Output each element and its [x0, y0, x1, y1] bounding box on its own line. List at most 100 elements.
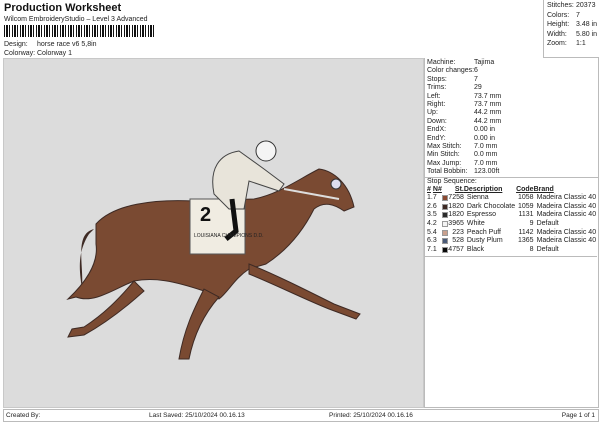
property-label: Max Jump: [427, 159, 462, 167]
property-label: Min Stitch: [427, 151, 460, 159]
property-row: Left: 73.7 mm [425, 93, 598, 101]
property-value: 6 [474, 67, 478, 75]
table-row: 3. 5 1820 Espresso 1131 Madeira Classic 40 [427, 211, 597, 220]
stat-label: Width: [547, 30, 567, 38]
needle-number: 7 [432, 194, 437, 202]
property-row: Max Jump: 7.0 mm [425, 160, 598, 168]
table-row: 5. 4 223 Peach Puff 1142 Madeira Classic 40 [427, 228, 597, 237]
barcode [4, 25, 154, 37]
stat-label: Height: [547, 21, 570, 28]
property-label: EndX: [427, 126, 447, 134]
properties-panel: Machine: Tajima Color changes: 6 Stops: 7 Trim… [424, 58, 599, 408]
property-label: EndY: [427, 134, 446, 142]
thread-brand: Madeira Classic 40 [536, 228, 597, 236]
property-row: Trims: 29 [425, 84, 598, 92]
page-title: Production Worksheet [4, 2, 122, 14]
thread-code: 8 [529, 245, 534, 253]
stop-sequence-table: # N# St. Description Code Brand 1. 7 7258 Sienna… [427, 186, 597, 253]
property-label: Down: [427, 117, 447, 125]
thread-description: Dusty Plum [466, 237, 503, 245]
horse-illustration [66, 140, 361, 360]
thread-description: White [466, 220, 485, 228]
property-value: 7.0 mm [474, 142, 498, 150]
column-header: St. [454, 186, 464, 194]
thread-code: 1059 [517, 202, 534, 210]
thread-code: 1058 [517, 194, 534, 202]
thread-code: 1131 [518, 211, 534, 219]
table-row: 1. 7 7258 Sienna 1058 Madeira Classic 40 [427, 193, 597, 202]
page-number: Page 1 of 1 [561, 412, 595, 419]
stat-label: Colors: [547, 11, 570, 19]
property-value: 0.0 mm [474, 151, 498, 159]
property-row: EndY: 0.00 in [425, 135, 598, 143]
color-swatch [442, 229, 448, 236]
thread-brand: Madeira Classic 40 [536, 194, 597, 202]
saddle-number: 2 [200, 204, 211, 226]
stat-value: 7 [576, 11, 580, 19]
stat-value: 5.80 in [576, 30, 598, 38]
stat-row: Colors: 7 [547, 12, 599, 22]
property-row: Max Stitch: 7.0 mm [425, 143, 598, 151]
stat-value: 1:1 [576, 40, 586, 47]
property-row: Stops: 7 [425, 76, 598, 84]
stitch-count: 223 [452, 228, 464, 236]
property-row: Total Bobbin: 123.00ft [425, 168, 598, 176]
stat-row: Stitches: 20373 [547, 2, 599, 12]
table-row: 6. 3 528 Dusty Plum 1365 Madeira Classic 40 [427, 236, 597, 245]
property-label: Machine: [427, 59, 456, 66]
stitch-count: 4757 [448, 245, 464, 253]
thread-description: Black [466, 245, 484, 253]
column-header: Description [463, 186, 503, 194]
thread-description: Espresso [466, 211, 497, 219]
horse-design: 2 LOUISIANA CHAMPIONS D.D. [66, 140, 361, 360]
last-saved: Last Saved: 25/10/2024 00.16.13 [149, 412, 245, 419]
design-label: Design: [4, 41, 28, 48]
stitch-cell: 1820 [442, 211, 464, 220]
stitch-cell: 7258 [442, 193, 464, 202]
property-label: Left: [427, 92, 441, 100]
property-row: Right: 73.7 mm [425, 101, 598, 109]
property-row: Down: 44.2 mm [425, 118, 598, 126]
property-label: Up: [427, 109, 438, 117]
thread-brand: Madeira Classic 40 [536, 202, 597, 210]
thread-description: Dark Chocolate [466, 202, 516, 210]
stitch-cell: 223 [442, 228, 464, 237]
thread-description: Peach Puff [466, 228, 501, 236]
thread-brand: Default [536, 220, 559, 228]
property-label: Right: [427, 100, 446, 108]
needle-number: 1 [432, 245, 437, 253]
stitch-cell: 528 [442, 236, 464, 245]
property-row: Min Stitch: 0.0 mm [425, 151, 598, 159]
property-label: Color changes: [427, 67, 475, 75]
stitch-count: 528 [452, 237, 464, 245]
stat-row: Height: 3.48 in [547, 21, 599, 31]
thread-brand: Madeira Classic 40 [536, 211, 597, 219]
needle-number: 3 [432, 237, 437, 245]
property-value: 73.7 mm [474, 92, 502, 100]
property-value: 44.2 mm [474, 109, 502, 117]
column-header: Code [516, 186, 534, 194]
property-row: Up: 44.2 mm [425, 109, 598, 117]
property-row: EndX: 0.00 in [425, 126, 598, 134]
colorway-name: Colorway 1 [37, 50, 73, 57]
stat-label: Stitches: [547, 2, 574, 9]
thread-code: 1365 [517, 237, 534, 245]
property-value: 0.00 in [474, 134, 496, 142]
stitch-count: 7258 [448, 194, 464, 202]
property-value: 44.2 mm [474, 117, 502, 125]
table-row: 2. 6 1820 Dark Chocolate 1059 Madeira Classic… [427, 202, 597, 211]
property-value: 73.7 mm [474, 100, 502, 108]
stat-value: 3.48 in [576, 21, 598, 28]
color-swatch [442, 238, 448, 245]
property-value: 29 [474, 84, 482, 92]
software-name: Wilcom EmbroideryStudio – Level 3 Advanc… [4, 16, 148, 23]
column-header: Brand [533, 186, 554, 194]
saddle-text: LOUISIANA CHAMPIONS D.D. [194, 233, 263, 239]
stitch-cell: 1820 [442, 202, 464, 211]
property-value: 7.0 mm [474, 159, 498, 167]
thread-brand: Default [536, 245, 559, 253]
needle-number: 5 [432, 211, 437, 219]
thread-code: 9 [529, 220, 534, 228]
stats-box: Stitches: 20373 Colors: 7 Height: 3.48 in Widt… [543, 0, 599, 58]
stitch-count: 1820 [448, 211, 464, 219]
